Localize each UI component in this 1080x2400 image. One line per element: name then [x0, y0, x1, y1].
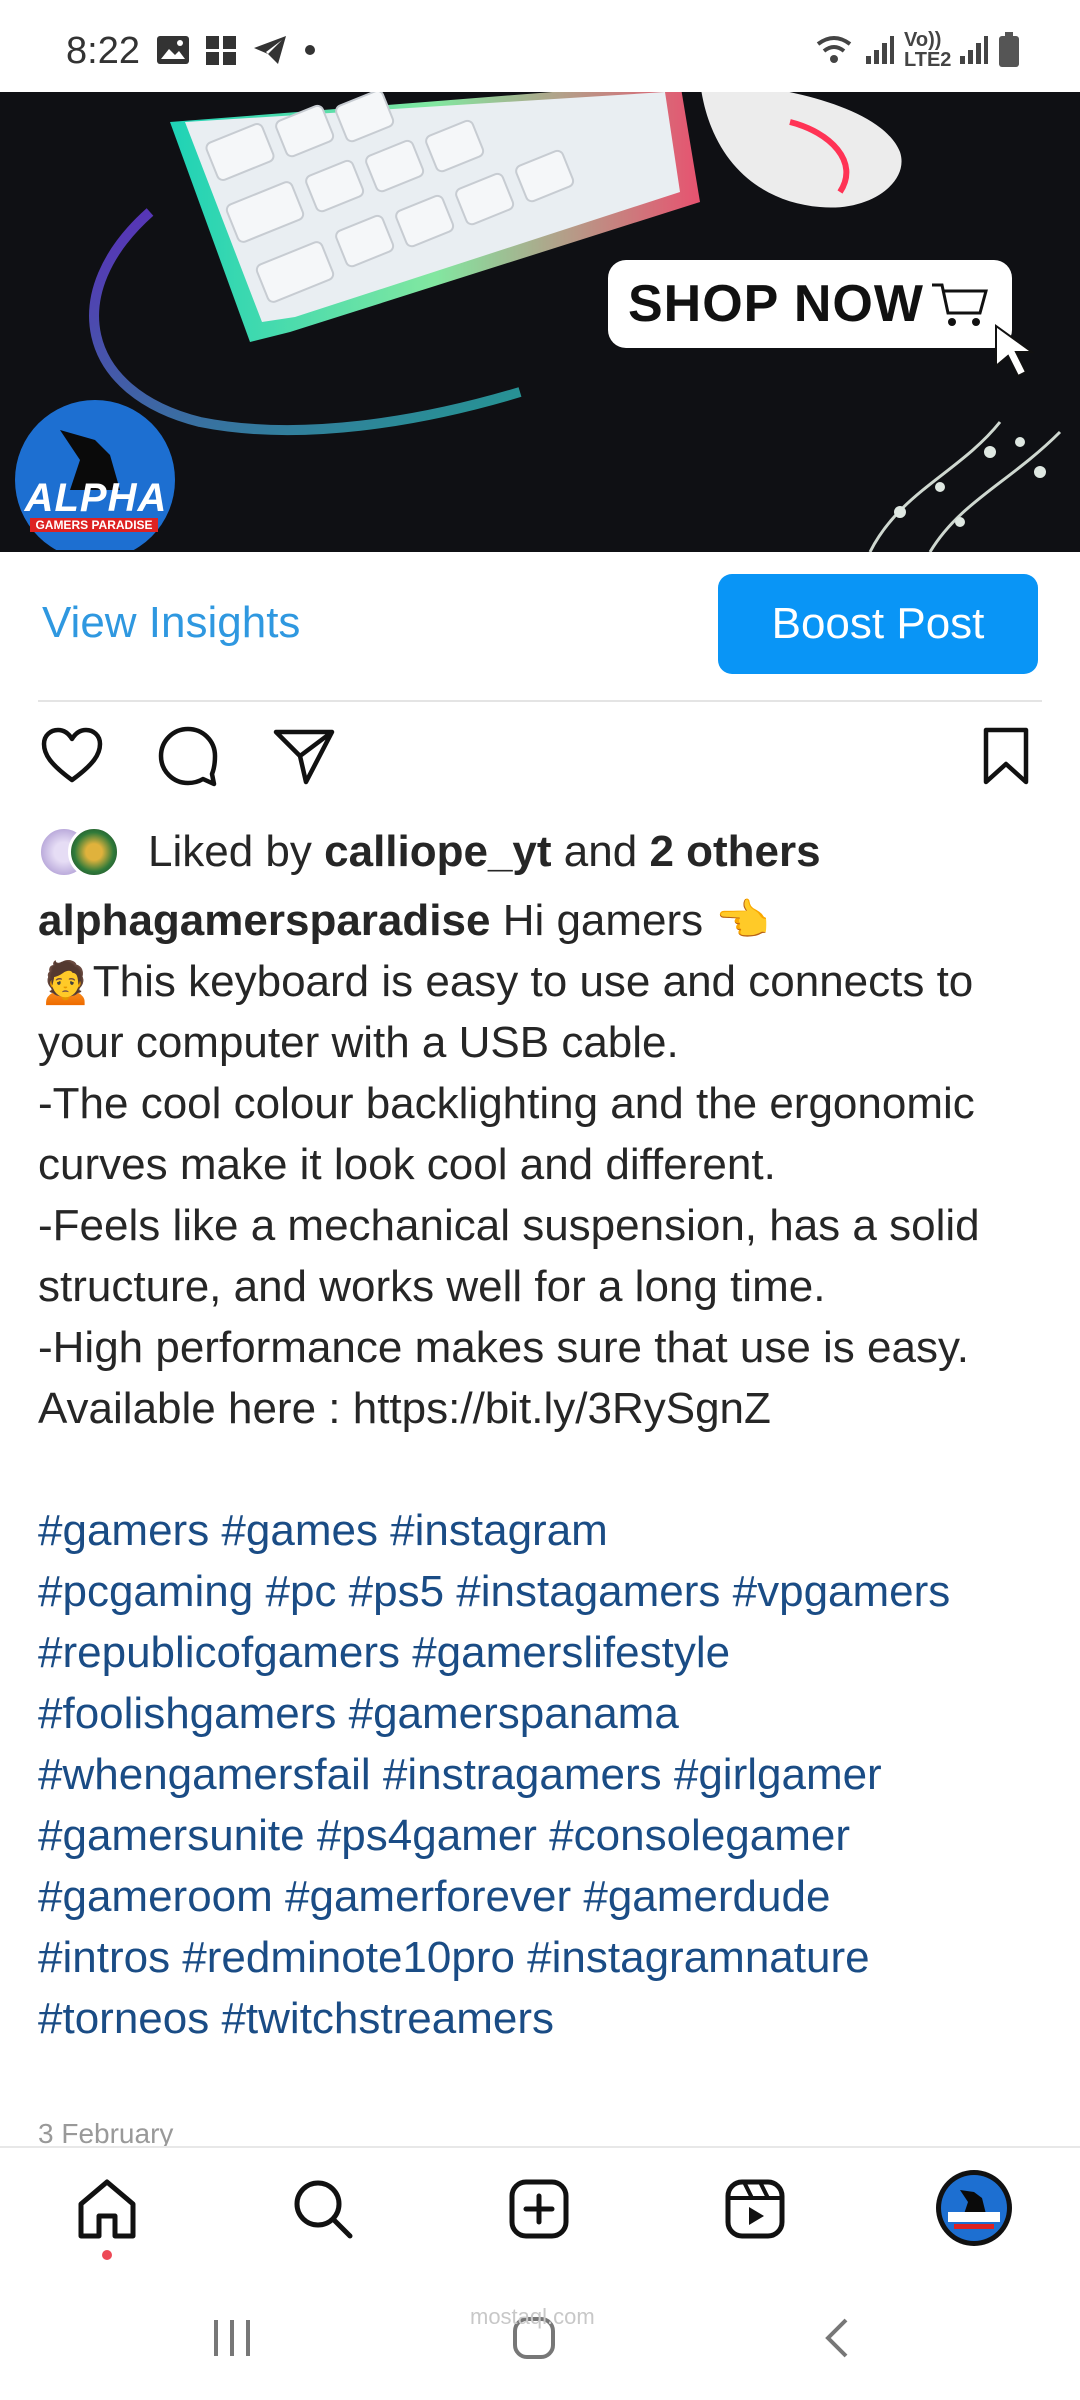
caption-spacer [38, 1439, 1048, 1500]
hashtag-line[interactable]: #gamers #games #instagram [38, 1500, 1048, 1561]
post-image[interactable]: SHOP NOW ALPHA GAMERS PARADISE [0, 92, 1080, 552]
dot-icon [305, 45, 315, 55]
boost-post-button[interactable]: Boost Post [718, 574, 1038, 674]
watermark: mostaql.com [470, 2304, 595, 2329]
likes-summary[interactable]: Liked by calliope_yt and 2 others [38, 822, 821, 882]
share-button[interactable] [268, 720, 340, 792]
liker-username[interactable]: calliope_yt [324, 827, 551, 877]
bookmark-icon [983, 727, 1029, 785]
hashtag-line[interactable]: #republicofgamers #gamerslifestyle [38, 1622, 1048, 1683]
nav-search[interactable] [288, 2174, 358, 2244]
back-icon[interactable] [822, 2316, 852, 2360]
shop-now-label: SHOP NOW [628, 275, 924, 333]
nav-home[interactable] [72, 2174, 142, 2244]
hashtag-line[interactable]: #torneos #twitchstreamers [38, 1988, 1048, 2049]
hashtag-line[interactable]: #pcgaming #pc #ps5 #instagamers #vpgamer… [38, 1561, 1048, 1622]
shopping-cart-icon [931, 283, 988, 326]
view-insights-link[interactable]: View Insights [42, 598, 300, 648]
liker-avatars [38, 826, 138, 878]
status-time: 8:22 [66, 30, 140, 72]
shop-now-badge: SHOP NOW [608, 260, 1012, 348]
recent-apps-icon[interactable] [210, 2318, 254, 2358]
reels-icon [725, 2179, 785, 2239]
likes-middle: and [563, 827, 638, 876]
home-icon [78, 2179, 136, 2239]
hashtag-line[interactable]: #whengamersfail #instragamers #girlgamer [38, 1744, 1048, 1805]
status-bar: 8:22 Vo)) LTE2 [0, 0, 1080, 92]
caption-line: 🙍This keyboard is easy to use and connec… [38, 957, 974, 1067]
grid-icon [206, 36, 236, 65]
caption-line: -Feels like a mechanical suspension, has… [38, 1201, 980, 1311]
nav-create[interactable] [504, 2174, 574, 2244]
hashtag-line[interactable]: #foolishgamers #gamerspanama [38, 1683, 1048, 1744]
hashtag-line[interactable]: #intros #redminote10pro #instagramnature [38, 1927, 1048, 1988]
caption-username[interactable]: alphagamersparadise [38, 896, 490, 945]
cursor-icon [995, 324, 1036, 378]
nav-reels[interactable] [720, 2174, 790, 2244]
signal-icon [866, 36, 894, 64]
nav-profile[interactable] [934, 2168, 1014, 2248]
divider [38, 700, 1042, 702]
battery-icon [999, 32, 1019, 67]
brand-logo: ALPHA GAMERS PARADISE [10, 400, 180, 552]
post-actions [0, 720, 1080, 800]
caption-line: -The cool colour backlighting and the er… [38, 1079, 975, 1189]
gallery-icon [157, 36, 189, 64]
likes-prefix: Liked by [148, 827, 312, 876]
heart-icon [41, 727, 103, 783]
comment-button[interactable] [152, 720, 224, 792]
hashtag-line[interactable]: #gamersunite #ps4gamer #consolegamer [38, 1805, 1048, 1866]
network-label: Vo)) LTE2 [904, 29, 952, 71]
caption-link[interactable]: Available here : https://bit.ly/3RySgnZ [38, 1378, 1048, 1439]
like-button[interactable] [36, 720, 108, 792]
active-indicator [102, 2250, 112, 2260]
create-icon [509, 2179, 569, 2239]
brand-tagline: GAMERS PARADISE [30, 518, 158, 532]
avatar [68, 826, 120, 878]
insights-row: View Insights Boost Post [0, 552, 1080, 700]
caption-line: -High performance makes sure that use is… [38, 1323, 969, 1372]
bottom-nav [0, 2146, 1080, 2272]
comment-icon [158, 726, 218, 787]
signal-icon [960, 36, 988, 64]
caption-first-line: Hi gamers 👈 [502, 896, 771, 945]
telegram-icon [254, 36, 286, 64]
share-icon [273, 729, 335, 785]
likes-others[interactable]: 2 others [649, 827, 820, 877]
save-button[interactable] [970, 720, 1042, 792]
post-caption: alphagamersparadise Hi gamers 👈 🙍This ke… [38, 890, 1048, 2049]
profile-avatar [936, 2170, 1012, 2246]
wifi-icon [816, 36, 852, 63]
brand-name: ALPHA [24, 476, 168, 520]
system-nav-bar: mostaql.com [0, 2270, 1080, 2400]
search-icon [294, 2180, 353, 2239]
hashtag-line[interactable]: #gameroom #gamerforever #gamerdude [38, 1866, 1048, 1927]
